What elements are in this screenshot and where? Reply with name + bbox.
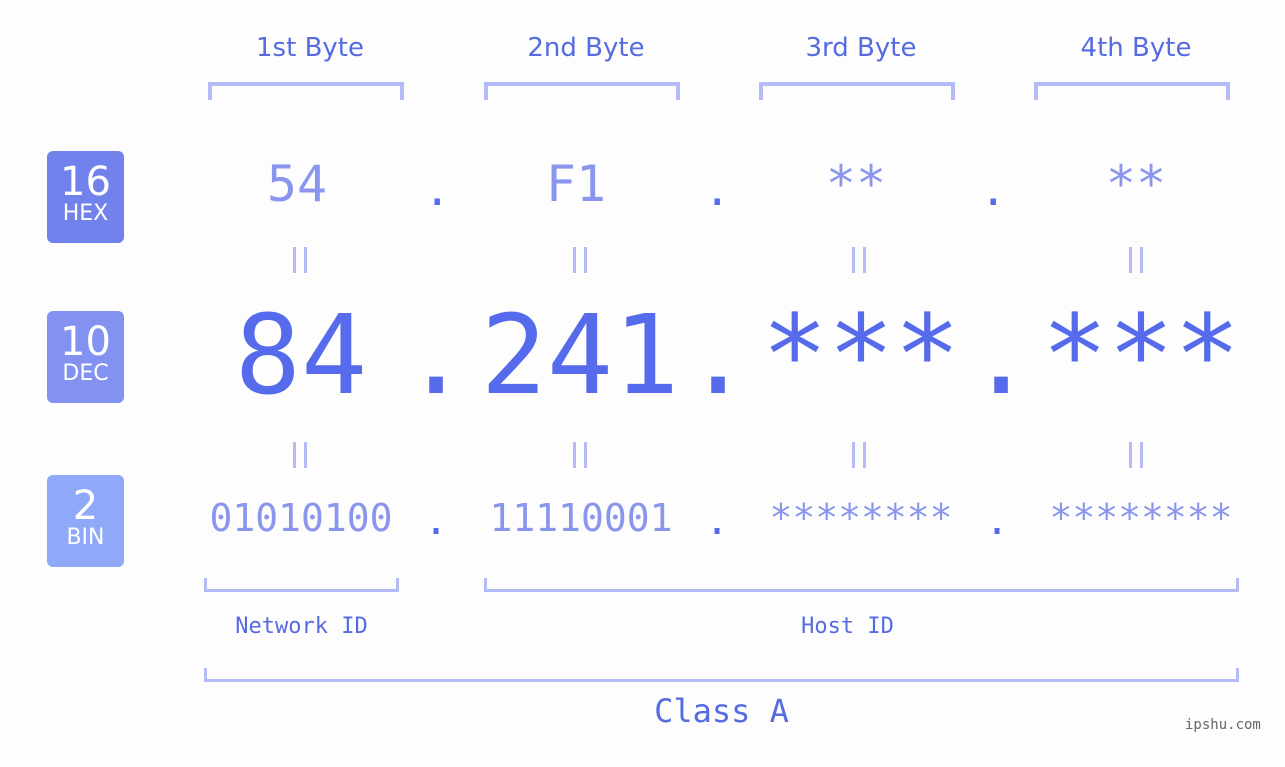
- bin-separator-2: .: [705, 498, 730, 544]
- equals-icon: [293, 442, 307, 468]
- bin-octet-2: 11110001: [489, 496, 673, 540]
- network-id-label: Network ID: [235, 614, 368, 639]
- hex-octet-3: **: [825, 155, 887, 213]
- byte-bracket-3: [759, 82, 955, 100]
- dec-octet-1: 84: [234, 291, 368, 419]
- hex-octet-4: **: [1105, 155, 1167, 213]
- hex-octet-1: 54: [266, 155, 328, 213]
- hex-badge: 16 HEX: [47, 151, 124, 243]
- byte-header-1: 1st Byte: [256, 33, 364, 63]
- network-id-bracket: [204, 578, 399, 592]
- dec-badge-number: 10: [60, 319, 111, 365]
- hex-separator-1: .: [424, 165, 451, 216]
- host-id-bracket: [484, 578, 1239, 592]
- bin-octet-1: 01010100: [209, 496, 393, 540]
- bin-separator-3: .: [985, 498, 1010, 544]
- dec-octet-2: 241: [480, 291, 680, 419]
- bin-separator-1: .: [424, 498, 449, 544]
- equals-icon: [852, 442, 866, 468]
- byte-header-2: 2nd Byte: [527, 33, 645, 63]
- equals-icon: [573, 247, 587, 273]
- class-bracket: [204, 668, 1239, 682]
- byte-bracket-2: [484, 82, 680, 100]
- equals-icon: [573, 442, 587, 468]
- hex-badge-number: 16: [60, 159, 111, 205]
- equals-icon: [1129, 247, 1143, 273]
- hex-separator-2: .: [704, 165, 731, 216]
- hex-separator-3: .: [980, 165, 1007, 216]
- dec-octet-3: ***: [761, 291, 961, 419]
- dec-badge: 10 DEC: [47, 311, 124, 403]
- bin-badge-label: BIN: [66, 525, 105, 550]
- equals-icon: [293, 247, 307, 273]
- bin-badge-number: 2: [72, 483, 99, 529]
- byte-header-3: 3rd Byte: [805, 33, 917, 63]
- dec-badge-label: DEC: [62, 361, 109, 386]
- dec-octet-4: ***: [1041, 291, 1241, 419]
- bin-octet-3: ********: [769, 496, 953, 540]
- equals-icon: [1129, 442, 1143, 468]
- byte-header-4: 4th Byte: [1080, 33, 1192, 63]
- hex-badge-label: HEX: [62, 201, 109, 226]
- watermark: ipshu.com: [1185, 717, 1261, 733]
- equals-icon: [852, 247, 866, 273]
- byte-bracket-4: [1034, 82, 1230, 100]
- bin-octet-4: ********: [1049, 496, 1233, 540]
- host-id-label: Host ID: [801, 614, 894, 639]
- byte-bracket-1: [208, 82, 404, 100]
- hex-octet-2: F1: [545, 155, 607, 213]
- bin-badge: 2 BIN: [47, 475, 124, 567]
- class-label: Class A: [654, 692, 789, 730]
